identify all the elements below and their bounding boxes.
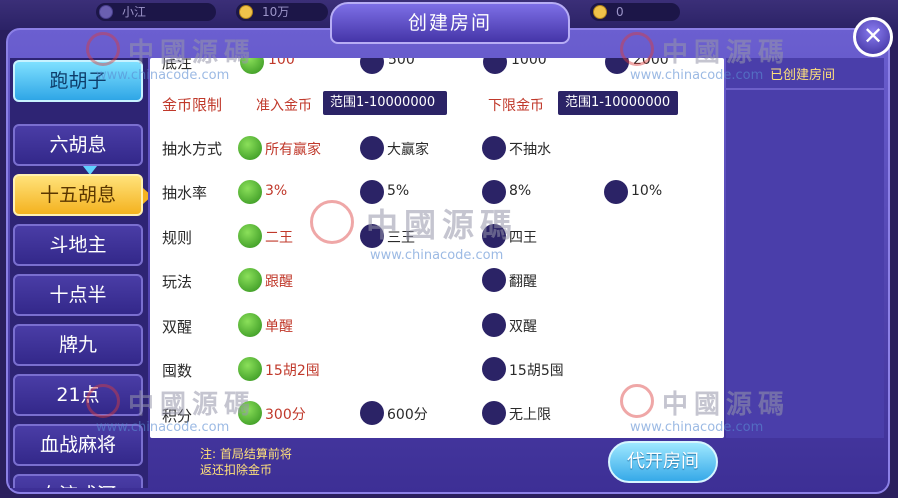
play-mode-label: 玩法 bbox=[162, 273, 193, 291]
double-xing-option-single: 单醒 bbox=[265, 319, 293, 335]
play-mode-option-fanxing: 翻醒 bbox=[509, 274, 537, 290]
avatar-icon bbox=[99, 5, 113, 19]
rules-option-three-kings: 三王 bbox=[387, 230, 415, 246]
double-xing-label: 双醒 bbox=[162, 318, 193, 336]
rake-rate-radio-10[interactable] bbox=[604, 180, 628, 204]
rounds-radio-15hu5[interactable] bbox=[482, 357, 506, 381]
rules-radio-three-kings[interactable] bbox=[360, 224, 384, 248]
play-mode-radio-fanxing[interactable] bbox=[482, 268, 506, 292]
rake-rate-option-5: 5% bbox=[387, 183, 410, 199]
rake-rate-radio-3[interactable] bbox=[238, 180, 262, 204]
lower-gold-input[interactable]: 范围1-10000000 bbox=[558, 91, 678, 115]
score-option-600: 600分 bbox=[387, 407, 428, 423]
player-name: 小江 bbox=[122, 5, 147, 19]
created-rooms-label: 已创建房间 bbox=[770, 68, 836, 83]
base-bet-radio-500[interactable] bbox=[360, 58, 384, 74]
rake-rate-option-8: 8% bbox=[509, 183, 532, 199]
game-tab-paohuzi[interactable]: 跑胡子 bbox=[13, 60, 143, 102]
rounds-label: 囤数 bbox=[162, 362, 193, 380]
rake-mode-option-all-winners: 所有赢家 bbox=[265, 142, 321, 158]
gold-limit-label: 金币限制 bbox=[162, 96, 223, 114]
base-bet-option-1000: 1000 bbox=[511, 58, 547, 68]
created-rooms-panel: 已创建房间 bbox=[726, 58, 884, 438]
rules-option-four-kings: 四王 bbox=[509, 230, 537, 246]
game-type-sidebar: 跑胡子 六胡息 十五胡息 斗地主 十点半 牌九 21点 血战麻将 血流成河 bbox=[10, 58, 148, 488]
rounds-radio-15hu2[interactable] bbox=[238, 357, 262, 381]
base-bet-radio-1000[interactable] bbox=[483, 58, 507, 74]
game-tab-shidianban[interactable]: 十点半 bbox=[13, 274, 143, 316]
rake-mode-radio-all-winners[interactable] bbox=[238, 136, 262, 160]
rules-radio-four-kings[interactable] bbox=[482, 224, 506, 248]
play-mode-option-genxing: 跟醒 bbox=[265, 274, 293, 290]
base-bet-option-500: 500 bbox=[388, 58, 415, 68]
base-bet-label: 底注 bbox=[162, 58, 193, 72]
game-tab-xuezhanmajiang[interactable]: 血战麻将 bbox=[13, 424, 143, 466]
rake-rate-label: 抽水率 bbox=[162, 184, 208, 202]
proxy-open-room-button[interactable]: 代开房间 bbox=[608, 441, 718, 483]
game-tab-paijiu[interactable]: 牌九 bbox=[13, 324, 143, 366]
rake-mode-option-none: 不抽水 bbox=[509, 142, 551, 158]
footer-note-line2: 返还扣除金币 bbox=[200, 463, 273, 477]
rules-radio-two-kings[interactable] bbox=[238, 224, 262, 248]
dialog-title: 创建房间 bbox=[330, 2, 570, 44]
rake-rate-radio-5[interactable] bbox=[360, 180, 384, 204]
base-bet-option-100: 100 bbox=[268, 58, 295, 68]
card-coin-icon bbox=[593, 5, 607, 19]
game-tab-liuhuxi[interactable]: 六胡息 bbox=[13, 124, 143, 166]
score-label: 积分 bbox=[162, 407, 193, 425]
rake-rate-radio-8[interactable] bbox=[482, 180, 506, 204]
double-xing-option-double: 双醒 bbox=[509, 319, 537, 335]
room-settings-panel[interactable]: 底注 100 500 1000 2000 金币限制 准入金币 范围1-10000… bbox=[150, 58, 724, 438]
rake-rate-option-3: 3% bbox=[265, 183, 288, 199]
game-tab-21dian[interactable]: 21点 bbox=[13, 374, 143, 416]
rake-mode-radio-none[interactable] bbox=[482, 136, 506, 160]
entry-gold-input[interactable]: 范围1-10000000 bbox=[323, 91, 447, 115]
double-xing-radio-double[interactable] bbox=[482, 313, 506, 337]
rounds-option-15hu5: 15胡5囤 bbox=[509, 363, 564, 379]
created-rooms-divider bbox=[726, 88, 884, 90]
score-option-300: 300分 bbox=[265, 407, 306, 423]
player-name-pill: 小江 bbox=[96, 3, 216, 21]
footer-note: 注: 首局结算前将 返还扣除金币 bbox=[200, 446, 292, 478]
rake-mode-option-big-winner: 大赢家 bbox=[387, 142, 429, 158]
footer-note-line1: 注: 首局结算前将 bbox=[200, 447, 292, 461]
rake-rate-option-10: 10% bbox=[631, 183, 663, 199]
gold-amount: 10万 bbox=[262, 5, 290, 19]
game-tab-xueliuchenghe[interactable]: 血流成河 bbox=[13, 474, 143, 488]
base-bet-option-2000: 2000 bbox=[633, 58, 669, 68]
double-xing-radio-single[interactable] bbox=[238, 313, 262, 337]
score-radio-unlimited[interactable] bbox=[482, 401, 506, 425]
rules-label: 规则 bbox=[162, 229, 193, 247]
card-pill: 0 bbox=[590, 3, 680, 21]
gold-coin-icon bbox=[239, 5, 253, 19]
rake-mode-radio-big-winner[interactable] bbox=[360, 136, 384, 160]
play-mode-radio-genxing[interactable] bbox=[238, 268, 262, 292]
score-option-unlimited: 无上限 bbox=[509, 407, 551, 423]
entry-gold-label: 准入金币 bbox=[256, 98, 312, 114]
score-radio-300[interactable] bbox=[238, 401, 262, 425]
base-bet-radio-100[interactable] bbox=[240, 58, 264, 74]
game-tab-doudizhu[interactable]: 斗地主 bbox=[13, 224, 143, 266]
game-tab-shiwuhuxi[interactable]: 十五胡息 bbox=[13, 174, 148, 216]
base-bet-radio-2000[interactable] bbox=[605, 58, 629, 74]
close-button[interactable]: ✕ bbox=[853, 17, 893, 57]
score-radio-600[interactable] bbox=[360, 401, 384, 425]
gold-pill: 10万 bbox=[236, 3, 328, 21]
card-amount: 0 bbox=[616, 5, 624, 19]
rake-mode-label: 抽水方式 bbox=[162, 140, 223, 158]
rules-option-two-kings: 二王 bbox=[265, 230, 293, 246]
lower-gold-label: 下限金币 bbox=[488, 98, 544, 114]
rounds-option-15hu2: 15胡2囤 bbox=[265, 363, 320, 379]
